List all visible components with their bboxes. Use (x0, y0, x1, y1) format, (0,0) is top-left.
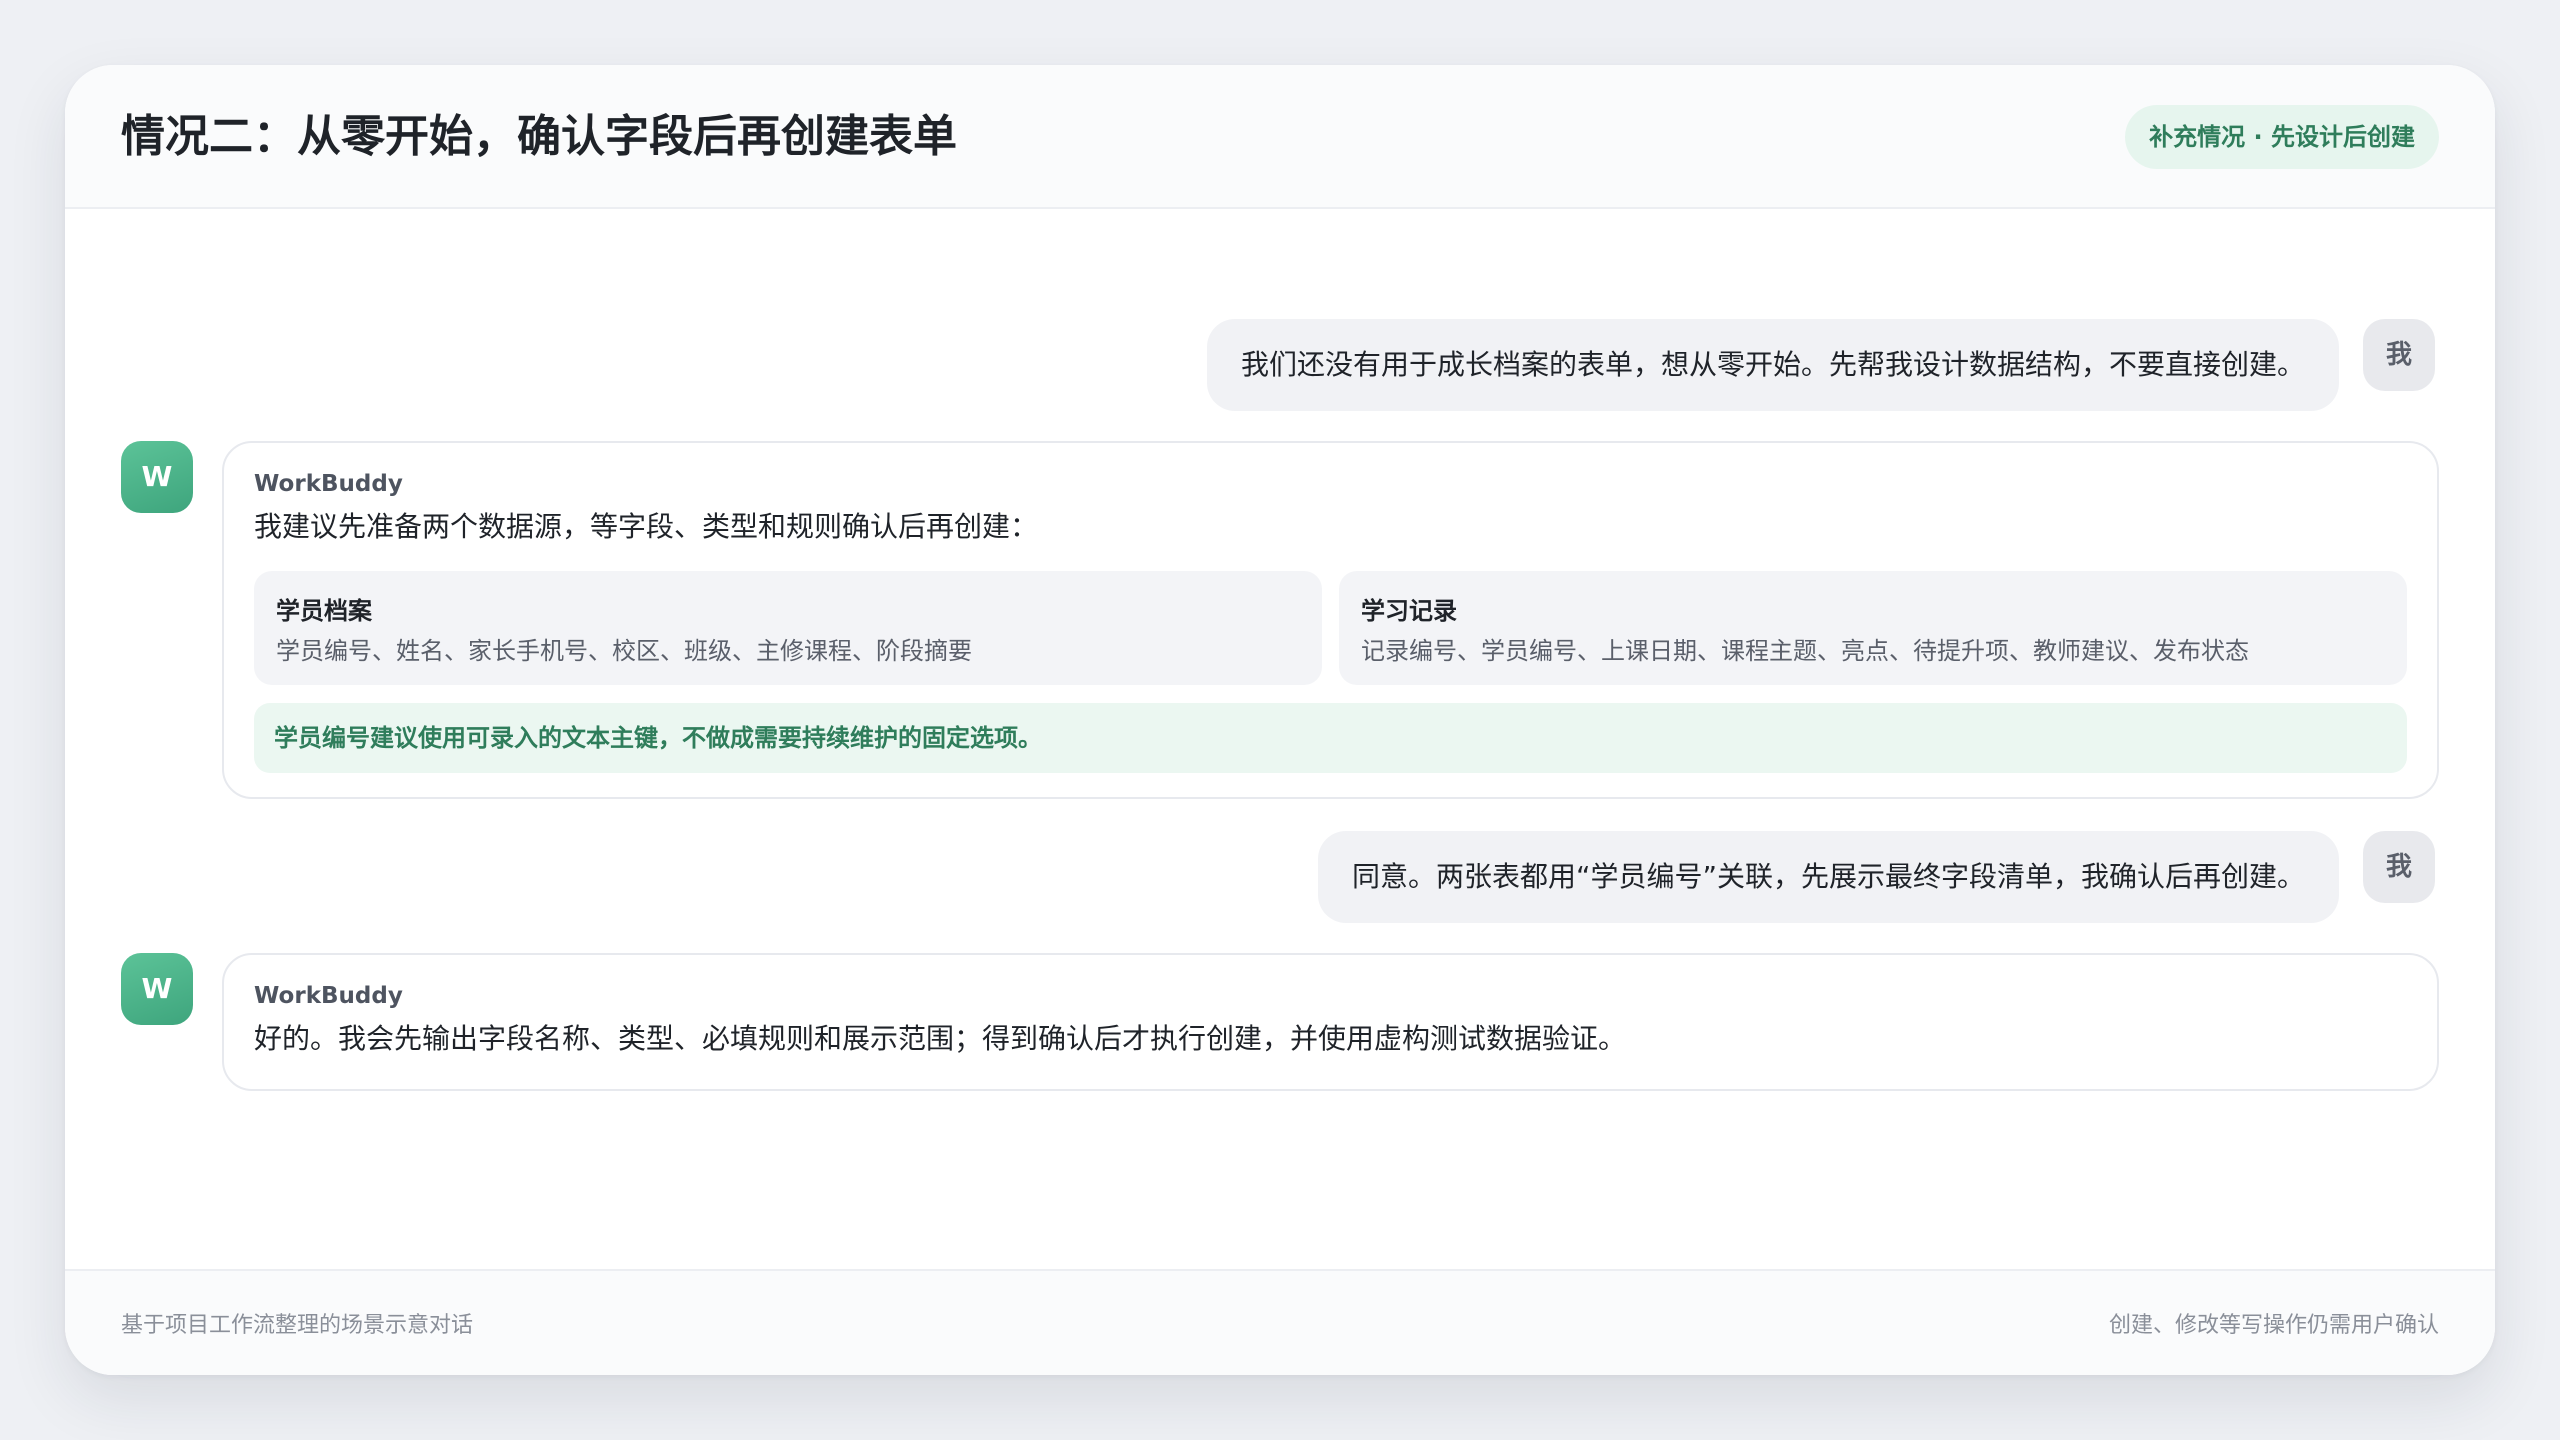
bot-avatar: W (121, 953, 193, 1025)
chat-window: 情况二：从零开始，确认字段后再创建表单 补充情况 · 先设计后创建 我们还没有用… (65, 65, 2495, 1375)
user-avatar: 我 (2363, 831, 2435, 903)
bot-message-text: 我建议先准备两个数据源，等字段、类型和规则确认后再创建： (254, 510, 1039, 543)
user-message-row: 我们还没有用于成长档案的表单，想从零开始。先帮我设计数据结构，不要直接创建。 我 (1206, 319, 2435, 411)
bot-message-card: WorkBuddy 好的。我会先输出字段名称、类型、必填规则和展示范围；得到确认… (222, 953, 2439, 1091)
bot-message-text: 好的。我会先输出字段名称、类型、必填规则和展示范围；得到确认后才执行创建，并使用… (254, 1022, 1627, 1055)
sender-name: WorkBuddy (254, 983, 403, 1009)
conversation: 我们还没有用于成长档案的表单，想从零开始。先帮我设计数据结构，不要直接创建。 我… (65, 211, 2495, 1333)
footer: 基于项目工作流整理的场景示意对话 创建、修改等写操作仍需用户确认 (65, 1269, 2495, 1375)
data-source-fields: 学员编号、姓名、家长手机号、校区、班级、主修课程、阶段摘要 (276, 637, 972, 665)
footer-caption: 基于项目工作流整理的场景示意对话 (121, 1313, 474, 1338)
user-avatar: 我 (2363, 319, 2435, 391)
data-source-card: 学员档案 学员编号、姓名、家长手机号、校区、班级、主修课程、阶段摘要 (254, 571, 1322, 685)
page-title: 情况二：从零开始，确认字段后再创建表单 (121, 111, 957, 162)
scenario-tag: 补充情况 · 先设计后创建 (2125, 105, 2439, 169)
bot-avatar: W (121, 441, 193, 513)
user-message-bubble: 我们还没有用于成长档案的表单，想从零开始。先帮我设计数据结构，不要直接创建。 (1206, 319, 2339, 411)
bot-message-card: WorkBuddy 我建议先准备两个数据源，等字段、类型和规则确认后再创建： 学… (222, 441, 2439, 799)
recommendation-note: 学员编号建议使用可录入的文本主键，不做成需要持续维护的固定选项。 (254, 703, 2407, 773)
user-message-bubble: 同意。两张表都用“学员编号”关联，先展示最终字段清单，我确认后再创建。 (1317, 831, 2339, 923)
data-source-fields: 记录编号、学员编号、上课日期、课程主题、亮点、待提升项、教师建议、发布状态 (1361, 637, 2249, 665)
data-source-card: 学习记录 记录编号、学员编号、上课日期、课程主题、亮点、待提升项、教师建议、发布… (1339, 571, 2407, 685)
data-source-title: 学员档案 (276, 597, 372, 625)
header: 情况二：从零开始，确认字段后再创建表单 补充情况 · 先设计后创建 (65, 65, 2495, 209)
footer-disclaimer: 创建、修改等写操作仍需用户确认 (2108, 1313, 2439, 1338)
user-message-row: 同意。两张表都用“学员编号”关联，先展示最终字段清单，我确认后再创建。 我 (1317, 831, 2435, 923)
sender-name: WorkBuddy (254, 471, 403, 497)
data-source-title: 学习记录 (1361, 597, 1457, 625)
